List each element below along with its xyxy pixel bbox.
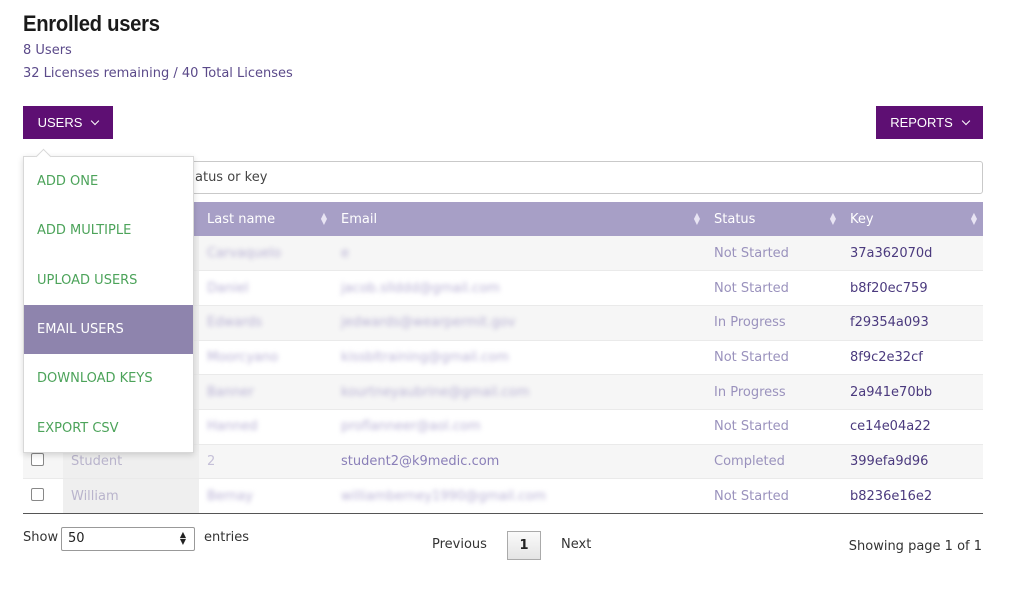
row-checkbox-cell [23,478,63,514]
status-cell: Not Started [706,236,842,272]
chevron-down-icon [961,116,971,125]
page-info: Showing page 1 of 1 [848,539,982,554]
menu-item-email-users[interactable]: EMAIL USERS [24,304,193,355]
email-cell: e [333,236,706,272]
key-cell: 2a941e70bb [842,374,983,410]
status-cell: Not Started [706,409,842,445]
entries-label: entries [204,530,250,545]
status-cell: Not Started [706,478,842,514]
last-name-cell: Hanned [199,409,333,445]
page-title: Enrolled users [23,11,160,36]
email-cell: kourtneyaubrine@gmail.com [333,374,706,410]
status-cell: In Progress [706,305,842,341]
last-name-cell: Daniel [199,270,333,306]
previous-page-link[interactable]: Previous [432,537,487,552]
key-cell: f29354a093 [842,305,983,341]
page-1-button[interactable]: 1 [507,531,541,560]
menu-item-download-keys[interactable]: DOWNLOAD KEYS [24,354,193,403]
entries-value: 50 [68,531,85,546]
last-name-cell: Moorcyano [199,340,333,376]
last-name-cell: Bernay [199,478,333,514]
table-row[interactable]: William Bernay williamberney1990@gmail.com… [23,478,983,514]
header-last-name[interactable]: Last name ▲ ▼ [199,202,333,236]
email-cell: proflanneer@aol.com [333,409,706,445]
key-cell: 8f9c2e32cf [842,340,983,376]
users-button-label: USERS [37,115,83,130]
menu-item-upload-users[interactable]: UPLOAD USERS [24,256,193,305]
user-count: 8 Users [23,43,72,58]
last-name-cell: Edwards [199,305,333,341]
email-cell: student2@k9medic.com [333,444,706,480]
key-cell: b8236e16e2 [842,478,983,514]
licenses-summary: 32 Licenses remaining / 40 Total License… [23,66,293,81]
select-arrows-icon: ▲ ▼ [179,530,186,546]
last-name-cell: Banner [199,374,333,410]
email-cell: williamberney1990@gmail.com [333,478,706,514]
last-name-cell: 2 [199,444,333,480]
entries-per-page-select[interactable]: 50 ▲ ▼ [61,527,195,551]
key-cell: ce14e04a22 [842,409,983,445]
row-checkbox[interactable] [31,487,44,501]
last-name-cell: Carvaquelo [199,236,333,272]
sort-icon: ▲ ▼ [693,211,700,226]
status-cell: In Progress [706,374,842,410]
key-cell: 37a362070d [842,236,983,272]
first-name-cell: William [63,478,199,514]
key-cell: 399efa9d96 [842,444,983,480]
sort-icon: ▲ ▼ [829,211,836,226]
search-placeholder: atus or key [195,170,268,185]
header-status[interactable]: Status ▲ ▼ [706,202,842,236]
menu-item-add-multiple[interactable]: ADD MULTIPLE [24,206,193,255]
email-cell: kissbltraining@gmail.com [333,340,706,376]
reports-button-label: REPORTS [890,115,953,130]
status-cell: Completed [706,444,842,480]
sort-icon: ▲ ▼ [320,211,327,226]
users-dropdown-menu: ADD ONE ADD MULTIPLE UPLOAD USERS EMAIL USE… [23,156,194,453]
reports-menu-button[interactable]: REPORTS [876,106,983,139]
header-key[interactable]: Key ▲ ▼ [842,202,983,236]
status-cell: Not Started [706,270,842,306]
key-cell: b8f20ec759 [842,270,983,306]
status-cell: Not Started [706,340,842,376]
email-cell: jedwards@wearpermit.gov [333,305,706,341]
sort-icon: ▲ ▼ [970,211,977,226]
chevron-down-icon [91,116,100,125]
menu-item-export-csv[interactable]: EXPORT CSV [24,403,193,452]
show-label: Show [23,530,59,545]
users-menu-button[interactable]: USERS [23,106,113,139]
menu-item-add-one[interactable]: ADD ONE [24,157,193,206]
row-checkbox[interactable] [31,452,44,466]
header-email[interactable]: Email ▲ ▼ [333,202,706,236]
next-page-link[interactable]: Next [561,537,591,552]
email-cell: jacob.sllddd@gmail.com [333,270,706,306]
